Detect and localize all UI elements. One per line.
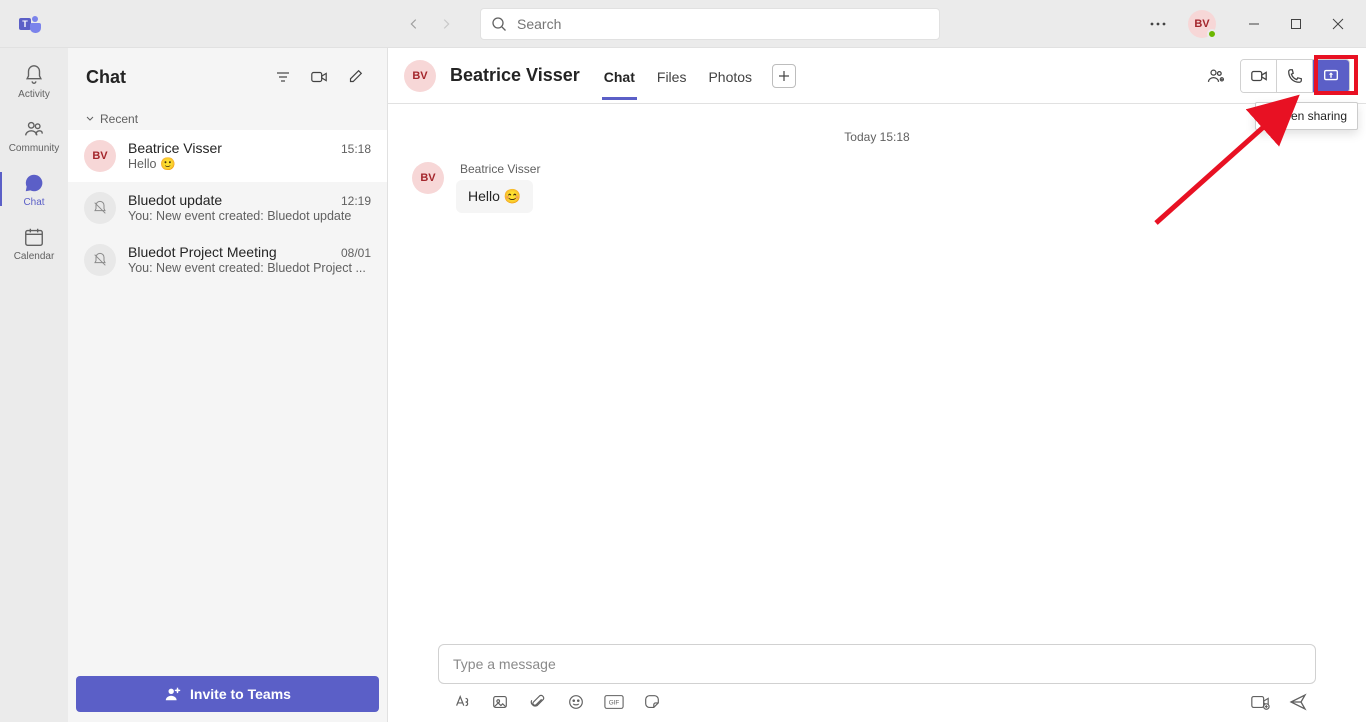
search-box[interactable] xyxy=(480,8,940,40)
rail-label: Community xyxy=(9,143,60,154)
meet-now-button[interactable] xyxy=(305,63,333,91)
message-list: Today 15:18 BV Beatrice Visser Hello 😊 xyxy=(388,104,1366,644)
svg-text:T: T xyxy=(22,19,28,29)
new-chat-button[interactable] xyxy=(341,63,369,91)
chat-item[interactable]: Bluedot Project Meeting 08/01 You: New ev… xyxy=(68,234,387,286)
recent-label: Recent xyxy=(100,112,138,126)
svg-text:GIF: GIF xyxy=(609,700,620,707)
composer-toolbar: GIF xyxy=(438,684,1316,716)
screen-share-button[interactable] xyxy=(1313,60,1349,92)
search-input[interactable] xyxy=(517,16,929,32)
rail-community[interactable]: Community xyxy=(0,108,68,162)
profile-avatar[interactable]: BV xyxy=(1188,10,1216,38)
more-button[interactable] xyxy=(1142,8,1174,40)
chat-item-time: 15:18 xyxy=(341,142,371,156)
screen-sharing-tooltip: Screen sharing xyxy=(1255,102,1358,130)
chat-item-name: Bluedot Project Meeting xyxy=(128,244,277,260)
nav-forward-button[interactable] xyxy=(432,10,460,38)
sticker-button[interactable] xyxy=(642,692,662,712)
calendar-icon xyxy=(22,225,46,249)
chat-item[interactable]: BV Beatrice Visser 15:18 Hello 🙂 xyxy=(68,130,387,182)
avatar xyxy=(84,244,116,276)
rail-calendar[interactable]: Calendar xyxy=(0,216,68,270)
titlebar: T BV xyxy=(0,0,1366,48)
conversation-actions xyxy=(1198,59,1350,93)
chat-list-title: Chat xyxy=(86,67,261,88)
chat-list-header: Chat xyxy=(68,48,387,106)
message-row: BV Beatrice Visser Hello 😊 xyxy=(412,162,1342,213)
chat-item-name: Bluedot update xyxy=(128,192,222,208)
chat-list-panel: Chat Recent BV Beatrice Visser 15:18 Hell… xyxy=(68,48,388,722)
chat-item-preview: You: New event created: Bluedot update xyxy=(128,209,371,223)
window-controls xyxy=(1234,8,1358,40)
bell-muted-icon xyxy=(92,200,108,216)
rail-label: Chat xyxy=(23,197,44,208)
conversation-tabs: Chat Files Photos xyxy=(602,53,754,99)
minimize-button[interactable] xyxy=(1234,8,1274,40)
composer-area: Type a message GIF xyxy=(388,644,1366,722)
date-separator: Today 15:18 xyxy=(412,130,1342,144)
presence-indicator xyxy=(1207,29,1217,39)
add-tab-button[interactable] xyxy=(772,64,796,88)
emoji-button[interactable] xyxy=(566,692,586,712)
avatar: BV xyxy=(84,140,116,172)
chat-icon xyxy=(22,171,46,195)
video-clip-button[interactable] xyxy=(1250,692,1270,712)
message-composer[interactable]: Type a message xyxy=(438,644,1316,684)
message-avatar: BV xyxy=(412,162,444,194)
chat-item-time: 12:19 xyxy=(341,194,371,208)
close-button[interactable] xyxy=(1318,8,1358,40)
chat-item-name: Beatrice Visser xyxy=(128,140,222,156)
avatar xyxy=(84,192,116,224)
message-sender: Beatrice Visser xyxy=(456,162,540,176)
nav-arrows xyxy=(400,10,460,38)
rail-label: Calendar xyxy=(14,251,55,262)
people-icon xyxy=(22,117,46,141)
rail-label: Activity xyxy=(18,89,50,100)
bell-icon xyxy=(22,63,46,87)
attach-button[interactable] xyxy=(528,692,548,712)
message-bubble[interactable]: Hello 😊 xyxy=(456,180,533,213)
bell-muted-icon xyxy=(92,252,108,268)
invite-label: Invite to Teams xyxy=(190,686,291,702)
chat-item-time: 08/01 xyxy=(341,246,371,260)
video-call-button[interactable] xyxy=(1241,60,1277,92)
rail-activity[interactable]: Activity xyxy=(0,54,68,108)
teams-logo: T xyxy=(8,12,52,36)
tab-files[interactable]: Files xyxy=(655,53,689,99)
format-button[interactable] xyxy=(452,692,472,712)
send-button[interactable] xyxy=(1288,692,1308,712)
person-add-icon xyxy=(164,685,182,703)
invite-to-teams-button[interactable]: Invite to Teams xyxy=(76,676,379,712)
avatar-initials: BV xyxy=(1194,18,1209,30)
chat-item-preview: You: New event created: Bluedot Project … xyxy=(128,261,371,275)
composer-placeholder: Type a message xyxy=(453,656,556,672)
conversation-panel: BV Beatrice Visser Chat Files Photos Scr… xyxy=(388,48,1366,722)
audio-call-button[interactable] xyxy=(1277,60,1313,92)
gif-button[interactable]: GIF xyxy=(604,692,624,712)
nav-back-button[interactable] xyxy=(400,10,428,38)
recent-section-header[interactable]: Recent xyxy=(68,106,387,130)
chat-item-preview: Hello 🙂 xyxy=(128,157,371,172)
chat-item[interactable]: Bluedot update 12:19 You: New event creat… xyxy=(68,182,387,234)
conversation-avatar[interactable]: BV xyxy=(404,60,436,92)
conversation-header: BV Beatrice Visser Chat Files Photos xyxy=(388,48,1366,104)
rail-chat[interactable]: Chat xyxy=(0,162,68,216)
app-rail: Activity Community Chat Calendar xyxy=(0,48,68,722)
tab-photos[interactable]: Photos xyxy=(706,53,754,99)
conversation-title: Beatrice Visser xyxy=(450,65,580,86)
image-button[interactable] xyxy=(490,692,510,712)
chevron-down-icon xyxy=(86,115,94,123)
people-button[interactable] xyxy=(1198,60,1234,92)
tab-chat[interactable]: Chat xyxy=(602,53,637,99)
maximize-button[interactable] xyxy=(1276,8,1316,40)
filter-button[interactable] xyxy=(269,63,297,91)
chat-items: BV Beatrice Visser 15:18 Hello 🙂 Bluedot … xyxy=(68,130,387,668)
search-icon xyxy=(491,16,507,32)
